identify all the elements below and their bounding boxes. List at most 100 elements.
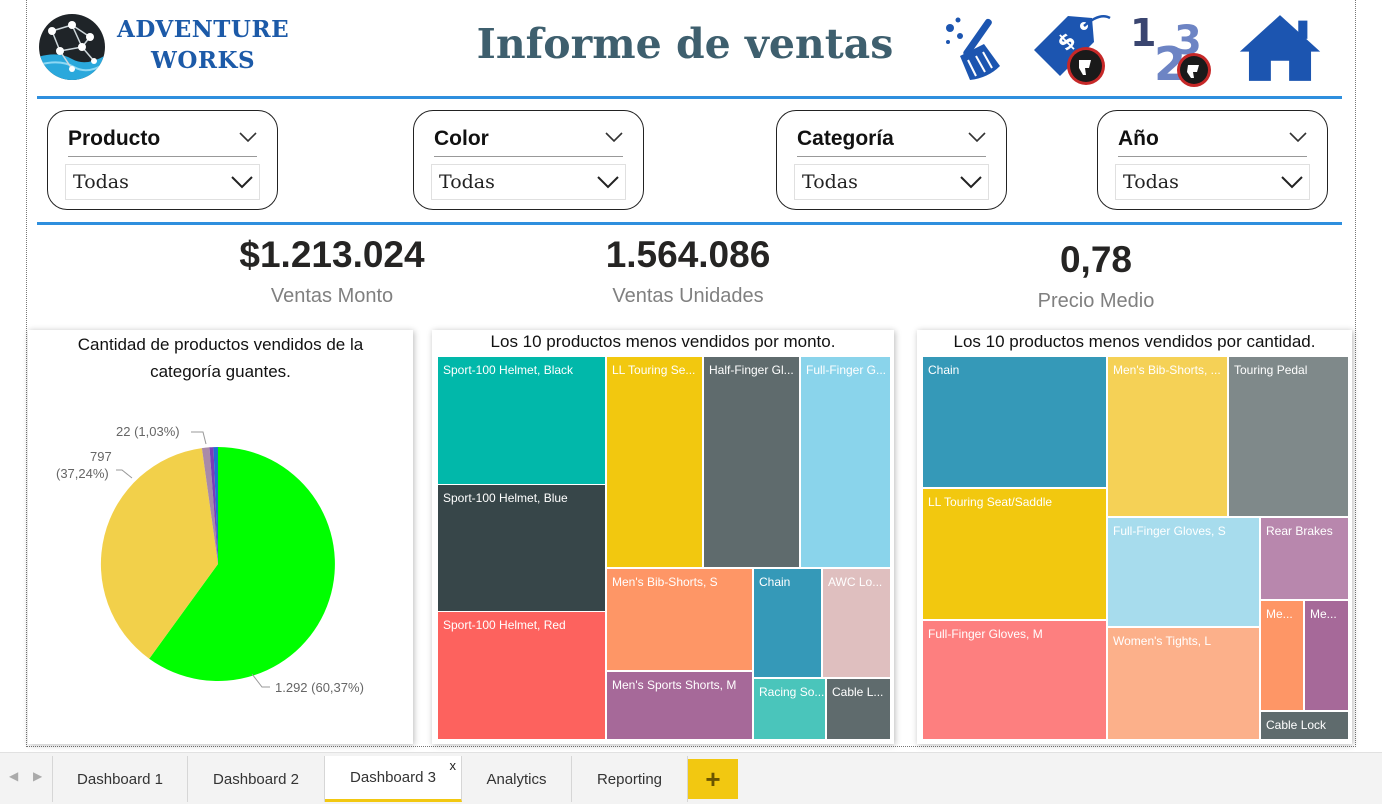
- treemap-cell[interactable]: Chain: [923, 357, 1106, 487]
- slicer-title: Año: [1118, 127, 1159, 150]
- treemap-cell[interactable]: Full-Finger G...: [801, 357, 890, 567]
- brand-name: ADVENTURE WORKS: [117, 14, 289, 76]
- treemap-cell-label: Chain: [928, 363, 960, 377]
- chevron-down-icon[interactable]: [968, 132, 986, 142]
- treemap-cell[interactable]: Racing So...: [754, 679, 825, 739]
- treemap-cell[interactable]: Me...: [1305, 601, 1348, 710]
- treemap-cell[interactable]: Women's Tights, L: [1108, 628, 1259, 739]
- pie-chart-card: Cantidad de productos vendidos de la cat…: [28, 330, 413, 744]
- treemap-cell-label: Touring Pedal: [1234, 363, 1308, 377]
- treemap-cell-label: AWC Lo...: [828, 575, 883, 589]
- numbers-dislike-icon[interactable]: 1 2 3: [1128, 8, 1212, 88]
- tab-dashboard-3[interactable]: Dashboard 3 x: [325, 756, 462, 802]
- kpi-ventas-monto-label: Ventas Monto: [270, 285, 394, 307]
- treemap-cell-label: Rear Brakes: [1266, 524, 1333, 538]
- treemap-cell-label: Racing So...: [759, 685, 825, 699]
- chevron-down-icon[interactable]: [1289, 132, 1307, 142]
- treemap-cell[interactable]: Rear Brakes: [1261, 518, 1348, 599]
- slicer-dropdown[interactable]: Todas: [1115, 164, 1310, 200]
- treemap-cell[interactable]: LL Touring Se...: [607, 357, 702, 567]
- kpi-precio-medio-value: 0,78: [1059, 239, 1132, 280]
- globe-network-logo-icon: [39, 14, 105, 80]
- chevron-down-icon[interactable]: [239, 132, 257, 142]
- treemap-cell[interactable]: Half-Finger Gl...: [704, 357, 799, 567]
- treemap-cell[interactable]: Chain: [754, 569, 821, 677]
- slicer-value: Todas: [802, 171, 858, 193]
- treemap-cell[interactable]: LL Touring Seat/Saddle: [923, 489, 1106, 619]
- broom-icon[interactable]: [940, 8, 1024, 88]
- chevron-down-icon: [231, 176, 253, 189]
- pie-label-mid-value: 797: [90, 449, 112, 464]
- treemap-cell[interactable]: Full-Finger Gloves, M: [923, 621, 1106, 739]
- chevron-down-icon[interactable]: [605, 132, 623, 142]
- tab-analytics[interactable]: Analytics: [462, 756, 572, 802]
- treemap-cell[interactable]: Sport-100 Helmet, Red: [438, 612, 605, 739]
- treemap-cell-label: Full-Finger Gloves, M: [928, 627, 1043, 641]
- leader-line-small: [191, 431, 207, 445]
- treemap-cell[interactable]: Men's Bib-Shorts, ...: [1108, 357, 1227, 516]
- plus-icon: +: [705, 763, 721, 794]
- slicer-categoria: Categoría Todas: [776, 110, 1007, 210]
- tab-dashboard-1[interactable]: Dashboard 1: [52, 756, 188, 802]
- treemap-cell-label: Cable Lock: [1266, 718, 1327, 732]
- treemap-cell[interactable]: Men's Sports Shorts, M: [607, 672, 752, 739]
- kpi-ventas-monto-value: $1.213.024: [239, 234, 425, 275]
- pie-label-mid-pct: (37,24%): [56, 466, 109, 481]
- treemap-cell-label: Sport-100 Helmet, Red: [443, 618, 566, 632]
- treemap-cell-label: LL Touring Seat/Saddle: [928, 495, 1053, 509]
- treemap-cell[interactable]: AWC Lo...: [823, 569, 890, 677]
- slicer-value: Todas: [1123, 171, 1179, 193]
- slicer-color: Color Todas: [413, 110, 644, 210]
- tab-dashboard-2[interactable]: Dashboard 2: [188, 756, 325, 802]
- treemap-cell-label: Men's Sports Shorts, M: [612, 678, 737, 692]
- tab-label: Dashboard 3: [350, 769, 436, 786]
- slicer-divider: [1118, 156, 1307, 157]
- slicer-dropdown[interactable]: Todas: [794, 164, 989, 200]
- treemap-cell[interactable]: Sport-100 Helmet, Blue: [438, 485, 605, 611]
- treemap-quantity-title: Los 10 productos menos vendidos por cant…: [953, 332, 1316, 351]
- price-tag-dislike-icon[interactable]: $: [1030, 8, 1114, 88]
- treemap-cell[interactable]: Cable Lock: [1261, 712, 1348, 739]
- treemap-cell[interactable]: Touring Pedal: [1229, 357, 1348, 516]
- brand-line-1: ADVENTURE: [117, 16, 290, 43]
- tab-close-button[interactable]: x: [450, 758, 457, 773]
- pie-label-big: 1.292 (60,37%): [275, 680, 364, 695]
- treemap-cell-label: Chain: [759, 575, 791, 589]
- slicer-title: Color: [434, 127, 489, 150]
- leader-line-big: [251, 673, 270, 688]
- tab-scroll-right-icon[interactable]: ▶: [33, 769, 42, 783]
- treemap-cell-label: Full-Finger G...: [806, 363, 887, 377]
- slicer-producto: Producto Todas: [47, 110, 278, 210]
- slicer-dropdown[interactable]: Todas: [65, 164, 260, 200]
- svg-text:1: 1: [1130, 11, 1156, 55]
- slicer-divider: [797, 156, 986, 157]
- treemap-cell-label: Men's Bib-Shorts, S: [612, 575, 718, 589]
- treemap-cell[interactable]: Full-Finger Gloves, S: [1108, 518, 1259, 626]
- treemap-amount-title: Los 10 productos menos vendidos por mont…: [490, 332, 836, 351]
- tab-reporting[interactable]: Reporting: [572, 756, 688, 802]
- slicer-divider: [68, 156, 257, 157]
- home-icon[interactable]: [1238, 8, 1322, 88]
- treemap-cell-label: Half-Finger Gl...: [709, 363, 794, 377]
- slicer-dropdown[interactable]: Todas: [431, 164, 626, 200]
- tab-scroll-left-icon[interactable]: ◀: [9, 769, 18, 783]
- treemap-cell[interactable]: Sport-100 Helmet, Black: [438, 357, 605, 484]
- treemap-cell[interactable]: Me...: [1261, 601, 1303, 710]
- tab-label: Dashboard 2: [213, 770, 299, 788]
- add-page-button[interactable]: +: [688, 759, 738, 799]
- treemap-cell-label: Me...: [1310, 607, 1337, 621]
- page-tab-bar: ◀ ▶ Dashboard 1 Dashboard 2 Dashboard 3 …: [0, 752, 1382, 804]
- treemap-cell-label: Sport-100 Helmet, Black: [443, 363, 574, 377]
- slicer-value: Todas: [439, 171, 495, 193]
- treemap-cell[interactable]: Men's Bib-Shorts, S: [607, 569, 752, 670]
- treemap-quantity-card: Los 10 productos menos vendidos por cant…: [917, 330, 1352, 744]
- kpi-precio-medio-label: Precio Medio: [1037, 290, 1155, 312]
- brand-line-2: WORKS: [151, 47, 256, 74]
- page-title: Informe de ventas: [476, 20, 894, 68]
- tab-label: Analytics: [486, 770, 547, 788]
- treemap-cell[interactable]: Cable L...: [827, 679, 890, 739]
- treemap-cell-label: Cable L...: [832, 685, 884, 699]
- leader-line-mid: [116, 469, 133, 479]
- treemap-cell-label: Me...: [1266, 607, 1293, 621]
- treemap-cell-label: Sport-100 Helmet, Blue: [443, 491, 568, 505]
